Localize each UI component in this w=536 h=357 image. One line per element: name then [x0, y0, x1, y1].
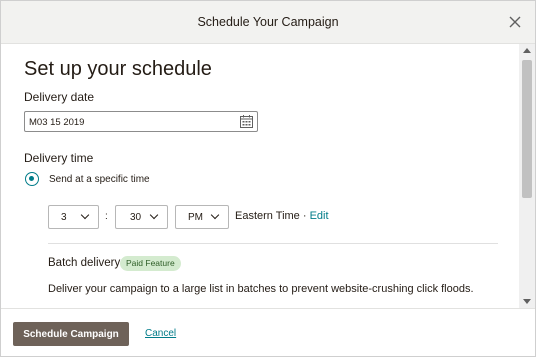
batch-delivery-label: Batch delivery: [48, 257, 121, 269]
edit-timezone-link[interactable]: Edit: [310, 210, 329, 222]
modal-body: Set up your schedule Delivery date M03 1…: [1, 44, 519, 308]
vertical-scrollbar[interactable]: [519, 44, 535, 308]
meridiem-value: PM: [188, 212, 203, 223]
delivery-date-input[interactable]: M03 15 2019: [24, 111, 258, 132]
scroll-down-icon[interactable]: [523, 299, 531, 304]
hour-select[interactable]: 3: [48, 205, 99, 229]
minute-select[interactable]: 30: [115, 205, 168, 229]
delivery-date-label: Delivery date: [24, 90, 95, 104]
modal-footer: Schedule Campaign Cancel: [1, 308, 535, 356]
batch-delivery-description: Deliver your campaign to a large list in…: [48, 283, 474, 295]
specific-time-radio[interactable]: [25, 172, 39, 186]
close-icon[interactable]: [507, 14, 523, 30]
hour-value: 3: [61, 212, 67, 223]
scroll-thumb[interactable]: [522, 60, 532, 198]
schedule-campaign-button[interactable]: Schedule Campaign: [13, 322, 129, 346]
radio-selected-dot: [29, 176, 34, 181]
chevron-down-icon: [80, 210, 90, 220]
schedule-modal: Schedule Your Campaign Set up your sched…: [0, 0, 536, 357]
delivery-time-label: Delivery time: [24, 151, 94, 165]
timezone-label: Eastern Time ·: [235, 210, 307, 222]
minute-value: 30: [130, 212, 142, 223]
cancel-link[interactable]: Cancel: [145, 328, 176, 339]
modal-header: Schedule Your Campaign: [1, 1, 535, 44]
chevron-down-icon: [210, 210, 220, 220]
specific-time-label[interactable]: Send at a specific time: [49, 174, 150, 185]
meridiem-select[interactable]: PM: [175, 205, 229, 229]
divider: [48, 243, 498, 244]
modal-title: Schedule Your Campaign: [197, 15, 339, 29]
timezone-text: Eastern Time · Edit: [235, 210, 329, 222]
time-separator: :: [105, 211, 108, 222]
page-title: Set up your schedule: [24, 58, 212, 80]
scroll-up-icon[interactable]: [523, 48, 531, 53]
paid-feature-badge: Paid Feature: [120, 256, 181, 271]
calendar-icon[interactable]: [240, 115, 253, 128]
chevron-down-icon: [149, 210, 159, 220]
